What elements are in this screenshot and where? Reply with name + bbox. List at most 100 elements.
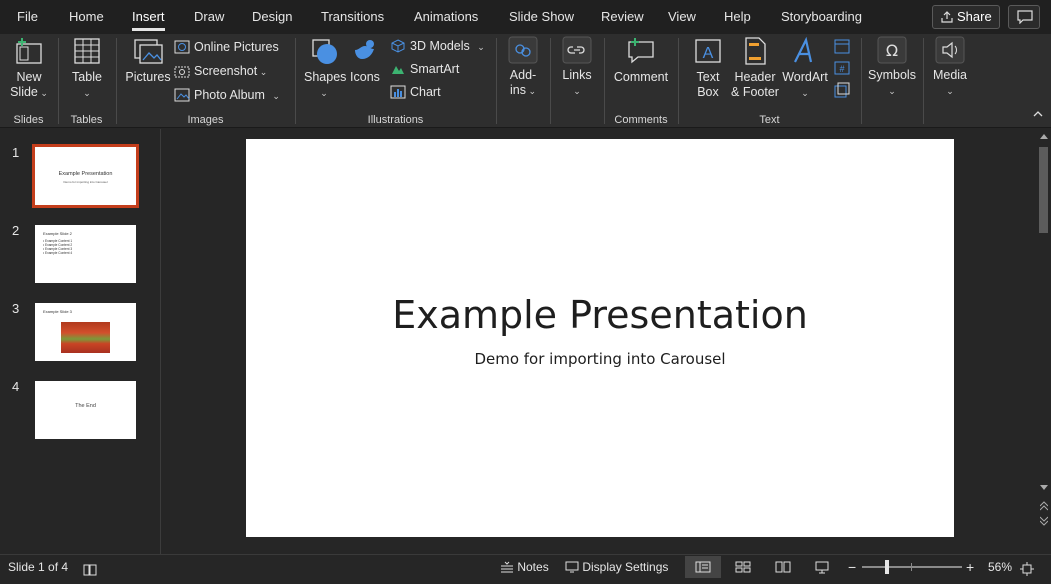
addins-button[interactable]: Add-ins ⌄ xyxy=(506,36,540,99)
object-button[interactable] xyxy=(834,82,850,103)
tab-view[interactable]: View xyxy=(668,0,696,34)
thumbnail-subtitle: Demo for importing into Carousel xyxy=(63,180,108,184)
slide-editing-area: Example Presentation Demo for importing … xyxy=(162,129,1035,554)
icons-label: Icons xyxy=(350,70,380,84)
tab-design[interactable]: Design xyxy=(252,0,292,34)
chevron-down-icon: ⌄ xyxy=(888,86,896,96)
reading-view-button[interactable] xyxy=(765,556,801,578)
new-slide-icon xyxy=(16,38,42,64)
comment-button[interactable]: Comment xyxy=(613,36,669,85)
chevron-down-icon: ⌄ xyxy=(801,88,809,98)
fit-to-window-button[interactable] xyxy=(1020,560,1034,576)
group-comments: Comment Comments xyxy=(605,34,677,128)
chart-icon xyxy=(390,85,406,99)
slide-subtitle[interactable]: Demo for importing into Carousel xyxy=(246,350,954,368)
tab-draw[interactable]: Draw xyxy=(194,0,224,34)
shapes-button[interactable]: Shapes ⌄ xyxy=(304,36,346,101)
scroll-down-icon[interactable] xyxy=(1040,485,1048,491)
book-icon xyxy=(775,561,791,573)
normal-view-button[interactable] xyxy=(685,556,721,578)
comments-button[interactable] xyxy=(1008,5,1040,29)
notes-label: Notes xyxy=(517,560,549,574)
previous-slide-icon[interactable] xyxy=(1040,501,1048,511)
date-time-button[interactable] xyxy=(834,38,850,59)
slide-number: 2 xyxy=(12,223,20,238)
normal-view-icon xyxy=(695,561,711,573)
spelling-check-icon[interactable] xyxy=(83,560,97,576)
photo-album-button[interactable]: Photo Album ⌄ xyxy=(174,85,280,105)
screenshot-button[interactable]: Screenshot ⌄ xyxy=(174,61,267,81)
links-label: Links xyxy=(562,68,592,82)
3d-models-button[interactable]: 3D Models ⌄ xyxy=(390,36,485,56)
grid-icon xyxy=(735,561,751,573)
tab-storyboarding[interactable]: Storyboarding xyxy=(781,0,862,34)
tab-help[interactable]: Help xyxy=(724,0,751,34)
slide-thumbnail-3[interactable]: Example Slide 3 xyxy=(35,303,136,361)
zoom-out-button[interactable]: − xyxy=(848,555,856,579)
symbols-button[interactable]: Ω Symbols ⌄ xyxy=(868,36,916,99)
object-icon xyxy=(834,82,850,98)
thumbnail-bullets: • Example Content 1 • Example Content 2 … xyxy=(43,239,72,255)
chevron-down-icon: ⌄ xyxy=(320,88,328,98)
tab-file[interactable]: File xyxy=(17,0,38,34)
share-button[interactable]: Share xyxy=(932,5,1000,29)
group-media: Media ⌄ xyxy=(924,34,976,128)
scrollbar-thumb[interactable] xyxy=(1039,147,1048,233)
slide-thumbnail-1[interactable]: Example Presentation Demo for importing … xyxy=(32,144,139,208)
collapse-ribbon-button[interactable] xyxy=(1033,105,1043,123)
chart-label: Chart xyxy=(410,85,441,99)
slide-show-view-button[interactable] xyxy=(804,556,840,578)
pictures-button[interactable]: Pictures xyxy=(125,36,171,85)
zoom-slider[interactable] xyxy=(862,560,962,574)
vertical-scrollbar[interactable] xyxy=(1037,129,1051,554)
pictures-label: Pictures xyxy=(125,70,171,84)
zoom-slider-midmark xyxy=(911,563,912,571)
slide-thumbnail-4[interactable]: The End xyxy=(35,381,136,439)
share-icon xyxy=(941,11,953,23)
display-settings-button[interactable]: Display Settings xyxy=(565,555,668,579)
slide-number-button[interactable]: # xyxy=(834,60,850,81)
screenshot-icon xyxy=(174,66,190,78)
thumbnail-title: Example Slide 2 xyxy=(43,231,72,236)
zoom-level[interactable]: 56% xyxy=(988,555,1012,579)
zoom-in-button[interactable]: + xyxy=(966,555,974,579)
chevron-down-icon: ⌄ xyxy=(264,91,280,101)
chevron-down-icon: ⌄ xyxy=(37,88,48,98)
scroll-up-icon[interactable] xyxy=(1040,133,1048,139)
online-pictures-icon xyxy=(174,40,190,54)
header-footer-button[interactable]: Header & Footer xyxy=(729,36,781,100)
notes-button[interactable]: Notes xyxy=(500,555,549,579)
slide-thumbnail-2[interactable]: Example Slide 2 • Example Content 1 • Ex… xyxy=(35,225,136,283)
media-label: Media xyxy=(932,68,968,82)
next-slide-icon[interactable] xyxy=(1040,516,1048,526)
text-box-button[interactable]: A Text Box xyxy=(687,36,729,100)
tab-home[interactable]: Home xyxy=(69,0,104,34)
icons-button[interactable]: Icons xyxy=(348,36,382,85)
online-pictures-button[interactable]: Online Pictures xyxy=(174,37,279,57)
slide-number: 1 xyxy=(12,145,20,160)
table-button[interactable]: Table ⌄ xyxy=(69,36,105,101)
slide-sorter-view-button[interactable] xyxy=(725,556,761,578)
tab-insert[interactable]: Insert xyxy=(132,0,165,34)
svg-text:#: # xyxy=(839,64,844,74)
media-button[interactable]: Media ⌄ xyxy=(932,36,968,99)
group-label-comments: Comments xyxy=(614,114,668,126)
chart-button[interactable]: Chart xyxy=(390,82,441,102)
group-label-text: Text xyxy=(759,114,780,126)
wordart-button[interactable]: WordArt ⌄ xyxy=(780,36,830,101)
tab-slide-show[interactable]: Slide Show xyxy=(509,0,574,34)
ribbon-tab-bar: File Home Insert Draw Design Transitions… xyxy=(0,0,1051,34)
tab-review[interactable]: Review xyxy=(601,0,644,34)
omega-icon: Ω xyxy=(877,36,907,64)
links-button[interactable]: Links ⌄ xyxy=(560,36,594,99)
chevron-down-icon: ⌄ xyxy=(525,86,537,96)
zoom-slider-thumb[interactable] xyxy=(885,560,889,574)
slide-title[interactable]: Example Presentation xyxy=(246,293,954,337)
ribbon: New Slide ⌄ Slides Table ⌄ Tables Picture… xyxy=(0,34,1051,128)
tab-animations[interactable]: Animations xyxy=(414,0,478,34)
tab-transitions[interactable]: Transitions xyxy=(321,0,384,34)
slide-canvas[interactable]: Example Presentation Demo for importing … xyxy=(246,139,954,537)
fit-window-icon xyxy=(1020,562,1034,576)
new-slide-button[interactable]: New Slide ⌄ xyxy=(10,36,48,101)
smartart-button[interactable]: SmartArt xyxy=(390,59,459,79)
